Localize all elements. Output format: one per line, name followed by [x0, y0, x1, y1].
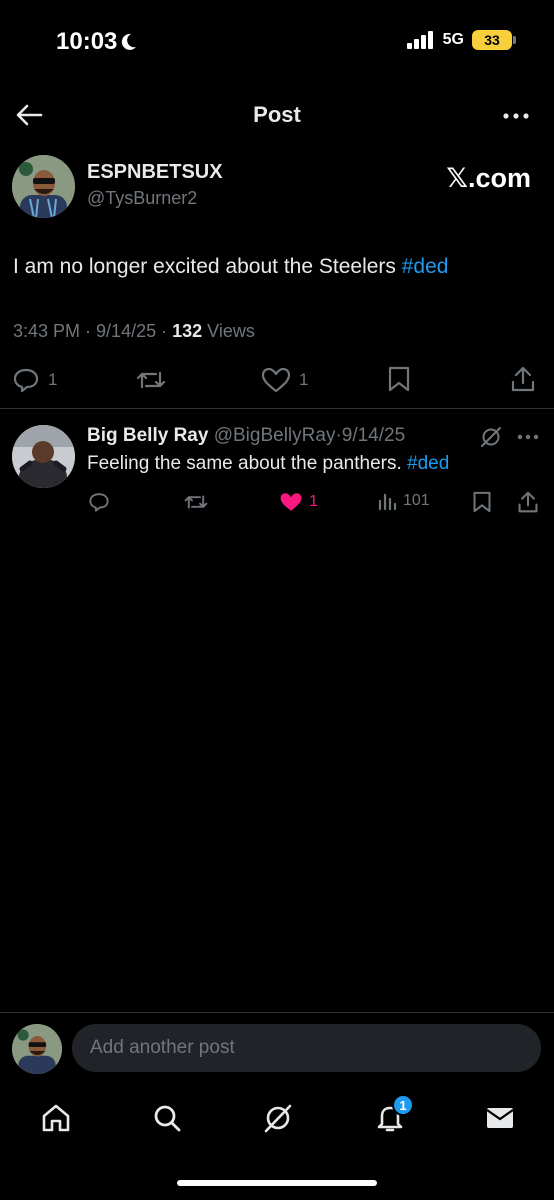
heart-filled-icon: [280, 493, 302, 511]
heart-icon: [261, 367, 291, 393]
more-options-icon[interactable]: [502, 112, 530, 120]
repost-icon: [136, 371, 166, 389]
notification-badge: 1: [392, 1094, 414, 1116]
home-icon[interactable]: [40, 1102, 72, 1134]
bookmark-icon: [473, 491, 491, 513]
status-time: 10:03: [56, 28, 137, 56]
like-count: 1: [299, 370, 309, 389]
reply-hashtag[interactable]: #ded: [407, 453, 449, 474]
status-bar: 10:03 5G 33: [0, 0, 554, 80]
grok-icon[interactable]: [480, 426, 502, 448]
post-author: ESPNBETSUX @TysBurner2: [87, 161, 223, 209]
grok-tab-icon[interactable]: [262, 1102, 294, 1134]
reply-icon: [13, 368, 39, 393]
battery-indicator: 33: [472, 30, 516, 50]
author-name[interactable]: ESPNBETSUX: [87, 161, 223, 184]
header: Post: [0, 90, 554, 140]
repost-icon: [184, 495, 208, 509]
post-actions: 1 1: [0, 362, 554, 398]
post-time: 3:43 PM: [13, 321, 81, 341]
notifications-tab[interactable]: 1: [374, 1094, 414, 1134]
add-post-input[interactable]: [72, 1024, 541, 1072]
reply-views-button[interactable]: 101: [377, 491, 430, 511]
share-icon: [511, 366, 535, 392]
status-right: 5G 33: [406, 30, 516, 50]
author-handle[interactable]: @TysBurner2: [87, 188, 223, 209]
post-date: 9/14/25: [96, 321, 157, 341]
network-label: 5G: [442, 31, 464, 48]
reply-author-handle[interactable]: @BigBellyRay: [214, 425, 336, 446]
reply-header: Big Belly Ray @BigBellyRay·9/14/25: [87, 425, 405, 447]
reply-body: Feeling the same about the panthers.: [87, 453, 408, 474]
home-indicator: [177, 1180, 377, 1186]
reply-actions: 1 101: [0, 488, 554, 518]
post-text: I am no longer excited about the Steeler…: [13, 255, 448, 279]
repost-button[interactable]: [136, 367, 166, 393]
post-meta: 3:43 PM · 9/14/25 · 132 Views: [13, 321, 255, 341]
post-body: I am no longer excited about the Steeler…: [13, 255, 402, 278]
reply-view-count: 101: [403, 492, 430, 509]
messages-icon[interactable]: [484, 1102, 516, 1134]
author-avatar[interactable]: [12, 155, 75, 218]
like-button[interactable]: 1: [261, 367, 308, 393]
composer-avatar: [12, 1024, 62, 1074]
post-hashtag[interactable]: #ded: [402, 255, 449, 278]
divider: [0, 408, 554, 409]
reply-count: 1: [48, 370, 58, 389]
bookmark-icon: [388, 366, 410, 392]
bookmark-button[interactable]: [387, 365, 411, 393]
reply-bookmark-button[interactable]: [472, 490, 492, 514]
reply-date: 9/14/25: [341, 425, 406, 446]
reply-author-name[interactable]: Big Belly Ray: [87, 425, 208, 446]
signal-icon: [406, 31, 433, 49]
reply-reply-button[interactable]: [88, 491, 110, 513]
reply-text: Feeling the same about the panthers. #de…: [87, 453, 449, 475]
reply-more-icon[interactable]: [517, 434, 539, 440]
analytics-icon: [378, 493, 397, 511]
reply-like-button[interactable]: 1: [279, 491, 318, 513]
reply-repost-button[interactable]: [184, 491, 208, 513]
reply-button[interactable]: 1: [12, 367, 57, 393]
moon-icon: [122, 33, 137, 50]
post-views-count: 132: [172, 321, 203, 341]
x-com-label: 𝕏.com: [446, 163, 531, 193]
reply-author-avatar[interactable]: [12, 425, 75, 488]
reply-icon: [89, 493, 109, 512]
composer-divider: [0, 1012, 554, 1013]
share-icon: [518, 491, 538, 513]
page-title: Post: [253, 102, 301, 127]
reply-share-button[interactable]: [517, 490, 539, 514]
share-button[interactable]: [510, 365, 536, 393]
post-views-label: Views: [207, 321, 255, 341]
status-time-text: 10:03: [56, 28, 118, 55]
search-icon[interactable]: [151, 1102, 183, 1134]
reply-like-count: 1: [309, 493, 318, 510]
